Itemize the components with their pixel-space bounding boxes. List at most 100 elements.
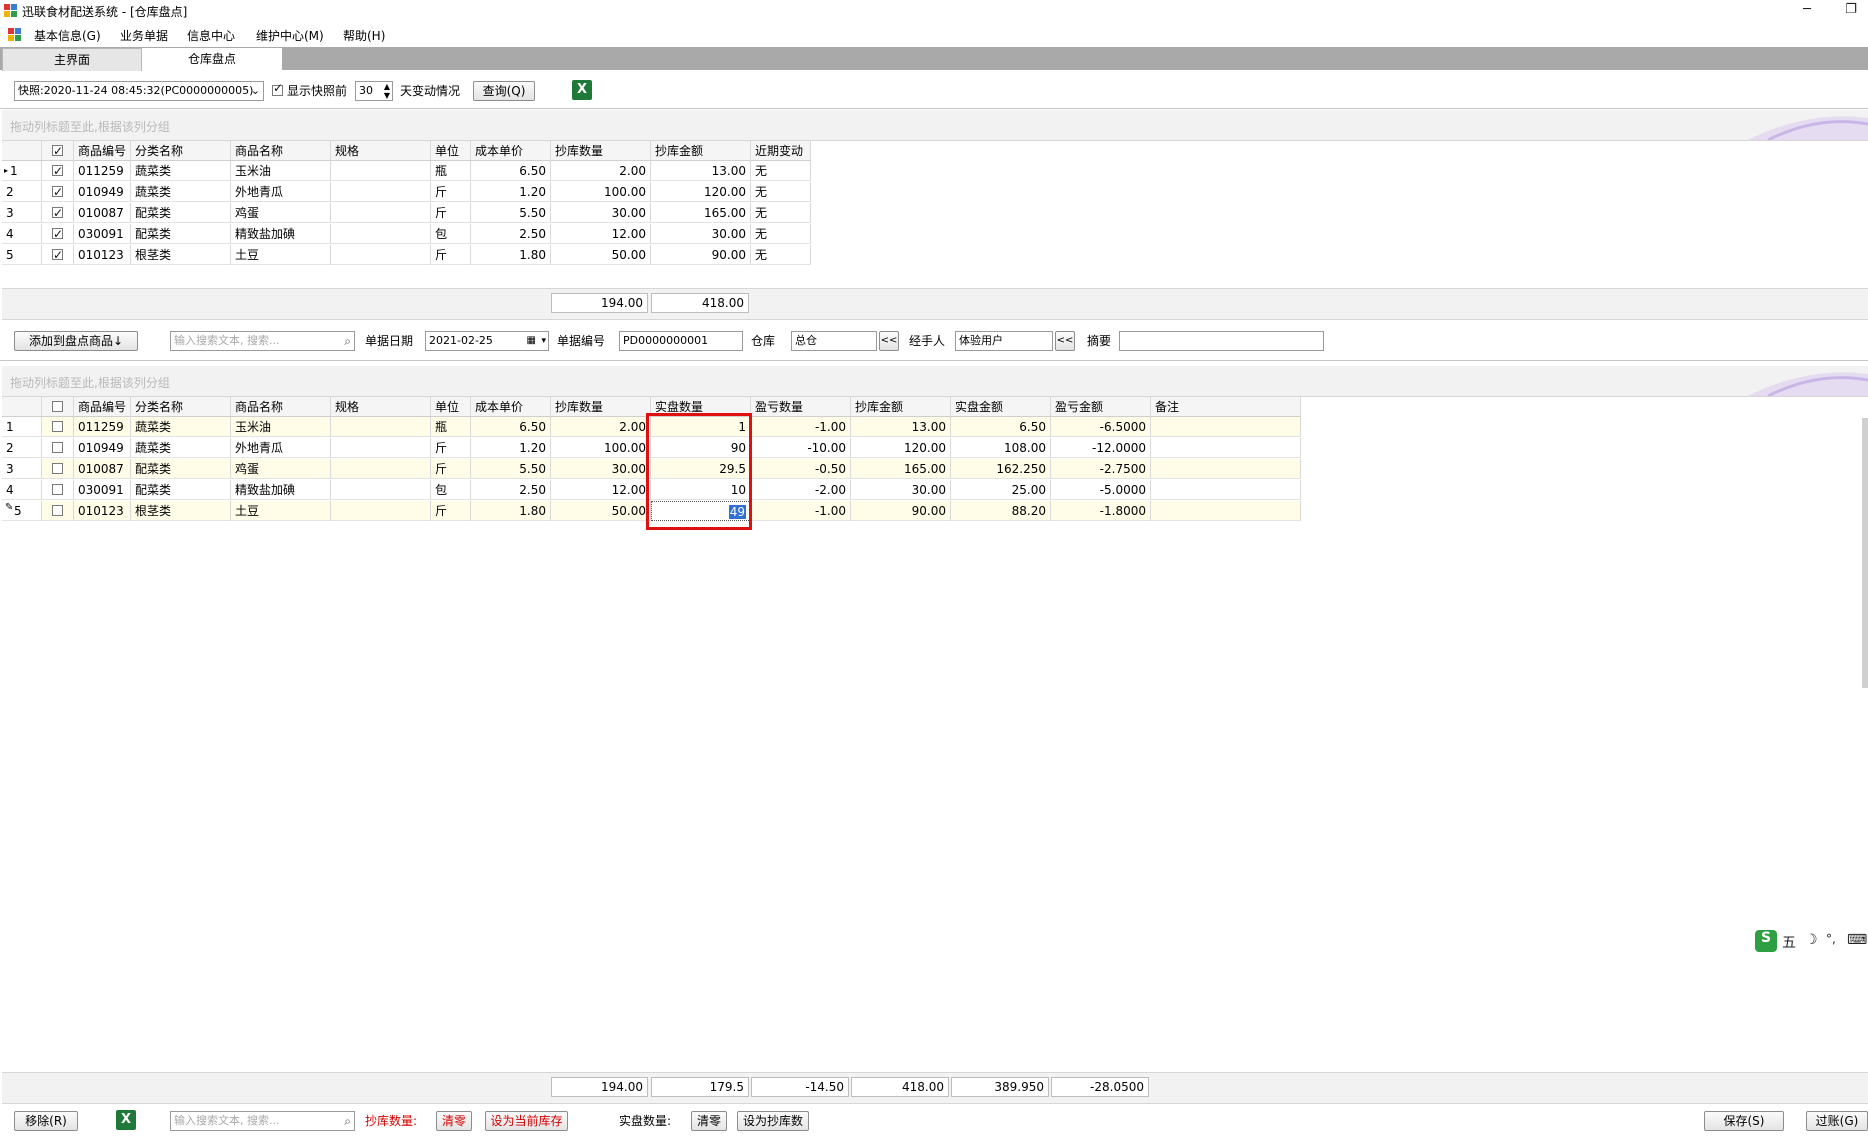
cell-actual_amount[interactable]: 88.20 — [951, 501, 1051, 521]
top-cell-qty[interactable]: 100.00 — [551, 182, 651, 202]
save-button[interactable]: 保存(S) — [1704, 1111, 1784, 1131]
footer-search-input[interactable]: 输入搜索文本, 搜索... ⌕ — [170, 1111, 355, 1131]
add-to-stocktake-button[interactable]: 添加到盘点商品↓ — [14, 331, 138, 351]
cell-actual_amount[interactable]: 25.00 — [951, 480, 1051, 500]
top-cell-price[interactable]: 2.50 — [471, 224, 551, 244]
top-row-check-cell[interactable] — [42, 245, 74, 265]
tab-main[interactable]: 主界面 — [2, 48, 142, 71]
top-cell-price[interactable]: 1.20 — [471, 182, 551, 202]
cell-qty[interactable]: 50.00 — [551, 501, 651, 521]
top-cell-spec[interactable] — [331, 182, 431, 202]
cell-diff[interactable]: -0.50 — [751, 459, 851, 479]
top-cell-name[interactable]: 土豆 — [231, 245, 331, 265]
cell-diff_amount[interactable]: -6.5000 — [1051, 417, 1151, 437]
top-cell-change[interactable]: 无 — [751, 203, 811, 223]
stepper-down-icon[interactable]: ▼ — [384, 87, 390, 100]
top-col-header-unit[interactable]: 单位 — [431, 141, 471, 161]
cell-diff_amount[interactable]: -2.7500 — [1051, 459, 1151, 479]
cell-unit[interactable]: 斤 — [431, 459, 471, 479]
cell-spec[interactable] — [331, 459, 431, 479]
cell-code[interactable]: 030091 — [74, 480, 131, 500]
top-cell-cat[interactable]: 配菜类 — [131, 224, 231, 244]
cell-diff_amount[interactable]: -5.0000 — [1051, 480, 1151, 500]
menu-app-icon[interactable] — [8, 28, 22, 42]
top-cell-unit[interactable]: 斤 — [431, 245, 471, 265]
col-header-amount[interactable]: 抄库金额 — [851, 397, 951, 417]
search-input[interactable]: 输入搜索文本, 搜索... ⌕ — [170, 331, 355, 351]
top-row-check-cell[interactable] — [42, 182, 74, 202]
ime-keyboard-icon[interactable]: ⌨ — [1847, 932, 1867, 948]
query-button[interactable]: 查询(Q) — [473, 81, 535, 101]
top-cell-code[interactable]: 010087 — [74, 203, 131, 223]
vertical-scrollbar[interactable] — [1862, 418, 1868, 688]
row-checkbox[interactable] — [52, 224, 63, 243]
row-check-cell[interactable] — [42, 438, 74, 458]
row-checkbox[interactable] — [52, 421, 63, 432]
top-cell-unit[interactable]: 斤 — [431, 182, 471, 202]
top-cell-spec[interactable] — [331, 245, 431, 265]
cell-spec[interactable] — [331, 501, 431, 521]
col-header-qty[interactable]: 抄库数量 — [551, 397, 651, 417]
handler-field[interactable]: 体验用户 — [955, 331, 1053, 351]
clear-actual-button[interactable]: 清零 — [691, 1111, 727, 1131]
top-cell-unit[interactable]: 包 — [431, 224, 471, 244]
col-header-unit[interactable]: 单位 — [431, 397, 471, 417]
warehouse-field[interactable]: 总仓 — [791, 331, 877, 351]
calendar-icon[interactable]: ▦ — [527, 332, 536, 350]
cell-qty[interactable]: 2.00 — [551, 417, 651, 437]
ime-moon-icon[interactable]: ☽ — [1805, 932, 1818, 948]
cell-spec[interactable] — [331, 438, 431, 458]
top-cell-code[interactable]: 030091 — [74, 224, 131, 244]
header-select-all[interactable] — [42, 397, 74, 417]
cell-amount[interactable]: 165.00 — [851, 459, 951, 479]
cell-name[interactable]: 玉米油 — [231, 417, 331, 437]
top-cell-code[interactable]: 010123 — [74, 245, 131, 265]
cell-unit[interactable]: 斤 — [431, 438, 471, 458]
cell-qty[interactable]: 30.00 — [551, 459, 651, 479]
tab-stocktake[interactable]: 仓库盘点 — [142, 48, 282, 70]
top-cell-price[interactable]: 5.50 — [471, 203, 551, 223]
top-col-header-code[interactable]: 商品编号 — [74, 141, 131, 161]
cell-cat[interactable]: 配菜类 — [131, 459, 231, 479]
cell-amount[interactable]: 120.00 — [851, 438, 951, 458]
header-select-all[interactable] — [42, 141, 74, 161]
cell-code[interactable]: 010123 — [74, 501, 131, 521]
cell-remark[interactable] — [1151, 417, 1301, 437]
col-header-name[interactable]: 商品名称 — [231, 397, 331, 417]
ime-punct-icon[interactable]: °, — [1826, 932, 1836, 946]
menu-business-docs[interactable]: 业务单据 — [120, 27, 168, 44]
cell-cat[interactable]: 根茎类 — [131, 501, 231, 521]
chevron-down-icon[interactable]: ▾ — [541, 332, 546, 350]
top-col-header-price[interactable]: 成本单价 — [471, 141, 551, 161]
cell-price[interactable]: 2.50 — [471, 480, 551, 500]
days-stepper[interactable]: 30 ▲ ▼ — [355, 81, 393, 101]
cell-qty[interactable]: 12.00 — [551, 480, 651, 500]
ime-wubi-label[interactable]: 五 — [1782, 932, 1796, 952]
top-cell-change[interactable]: 无 — [751, 245, 811, 265]
top-row-check-cell[interactable] — [42, 203, 74, 223]
row-checkbox[interactable] — [52, 442, 63, 453]
cell-unit[interactable]: 斤 — [431, 501, 471, 521]
top-col-header-cat[interactable]: 分类名称 — [131, 141, 231, 161]
cell-name[interactable]: 精致盐加碘 — [231, 480, 331, 500]
remove-button[interactable]: 移除(R) — [14, 1111, 78, 1131]
cell-cat[interactable]: 蔬菜类 — [131, 417, 231, 437]
cell-diff_amount[interactable]: -1.8000 — [1051, 501, 1151, 521]
top-col-header-qty[interactable]: 抄库数量 — [551, 141, 651, 161]
col-header-diff_amount[interactable]: 盈亏金额 — [1051, 397, 1151, 417]
col-header-price[interactable]: 成本单价 — [471, 397, 551, 417]
handler-pick-button[interactable]: << — [1055, 331, 1075, 351]
cell-spec[interactable] — [331, 417, 431, 437]
cell-unit[interactable]: 包 — [431, 480, 471, 500]
cell-qty[interactable]: 100.00 — [551, 438, 651, 458]
select-all-checkbox[interactable] — [52, 141, 63, 160]
cell-spec[interactable] — [331, 480, 431, 500]
top-row-check-cell[interactable] — [42, 161, 74, 181]
cell-name[interactable]: 鸡蛋 — [231, 459, 331, 479]
top-col-header-amount[interactable]: 抄库金额 — [651, 141, 751, 161]
top-cell-amount[interactable]: 30.00 — [651, 224, 751, 244]
top-cell-amount[interactable]: 90.00 — [651, 245, 751, 265]
col-header-diff[interactable]: 盈亏数量 — [751, 397, 851, 417]
warehouse-pick-button[interactable]: << — [879, 331, 899, 351]
top-cell-qty[interactable]: 30.00 — [551, 203, 651, 223]
